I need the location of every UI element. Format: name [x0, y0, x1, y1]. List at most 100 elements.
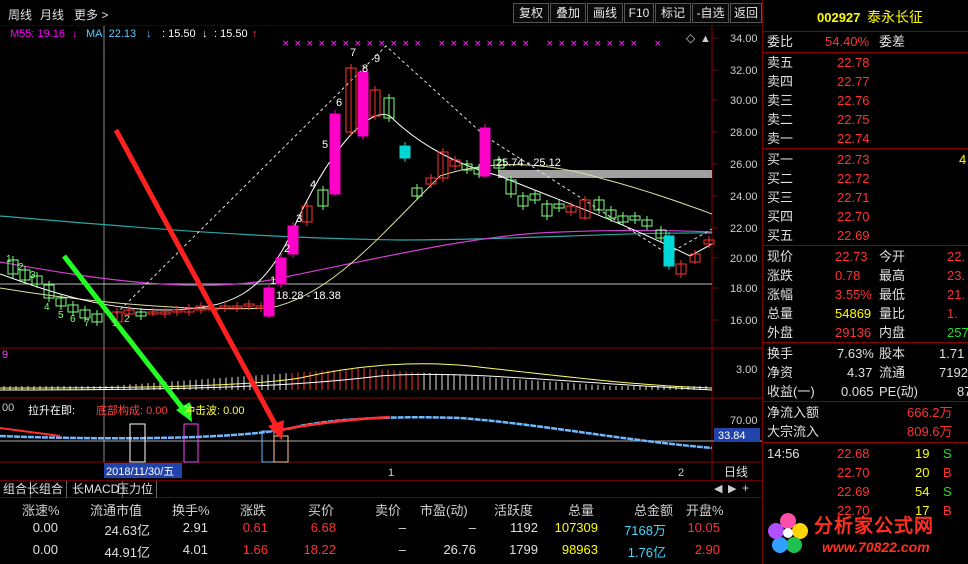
stat-value: 87	[957, 384, 968, 399]
table-header-cell[interactable]: 换手%	[172, 500, 210, 519]
table-header-cell[interactable]: 涨跌	[240, 500, 266, 519]
table-header-cell[interactable]: 市盈(动)	[420, 500, 468, 519]
stat-label: 净资	[767, 365, 794, 380]
table-cell: 6.68	[310, 520, 336, 535]
more-periods-menu[interactable]: 更多 >	[74, 6, 108, 23]
count-label: 4	[310, 179, 316, 191]
candle-body	[479, 127, 491, 177]
order-label: 买四	[767, 209, 794, 224]
add-watchlist-button[interactable]: -自选	[692, 3, 729, 23]
tick-volume: 54	[915, 484, 930, 499]
buy-row: 买五 22.69	[763, 226, 968, 245]
tab-scroll-left-icon[interactable]: ◀	[714, 482, 722, 495]
table-header-cell[interactable]: 开盘%	[686, 500, 724, 519]
ma-arrow-icon: ↓	[146, 28, 152, 40]
quote-label: 最低	[879, 287, 906, 302]
table-row[interactable]: 0.00 44.91亿 4.01 1.66 18.22 – 26.76 1799 98963 1.…	[0, 542, 762, 562]
table-cell: 0.61	[242, 520, 268, 535]
table-row[interactable]: 0.00 24.63亿 2.91 0.61 6.68 – – 1192 107309 7168万 1…	[0, 520, 762, 540]
signal-x-marker: ×	[558, 39, 566, 49]
period-weekly-tab[interactable]: 周线	[8, 6, 32, 23]
count-label: 9	[374, 53, 380, 65]
ma-fast-line	[0, 114, 713, 311]
candles-group	[7, 64, 715, 326]
order-label: 卖二	[767, 112, 794, 127]
tab-add-icon[interactable]: +	[742, 481, 749, 495]
osc-line-red	[274, 415, 391, 433]
order-label: 买五	[767, 228, 794, 243]
signal-x-marker: ×	[582, 39, 590, 49]
count-label: 1	[270, 275, 276, 287]
axis-tick-label: 20.00	[730, 253, 758, 265]
quote-row: 涨跌 0.78 最高 23.	[763, 266, 968, 285]
table-header-cell[interactable]: 流通市值	[90, 500, 142, 519]
back-button[interactable]: 返回	[730, 3, 762, 23]
signal-x-marker: ×	[342, 39, 350, 49]
signal-x-marker: ×	[474, 39, 482, 49]
v2-arrow-icon: ↑	[252, 28, 258, 40]
axis-tick-label: 18.00	[730, 283, 758, 295]
buy-row: 买二 22.72	[763, 169, 968, 188]
top-signal-markers: × × × × × × × × × × × × × × × × × × × × × × × × × × × × ×	[282, 39, 662, 49]
quote-label: 涨幅	[767, 287, 794, 302]
adjust-price-button[interactable]: 复权	[513, 3, 549, 23]
scroll-up-icon[interactable]: ▲	[700, 33, 711, 45]
table-cell: 44.91亿	[104, 545, 150, 560]
buy-row: 买三 22.71	[763, 188, 968, 207]
candle-body	[663, 235, 675, 267]
signal-x-marker: ×	[438, 39, 446, 49]
draw-line-button[interactable]: 画线	[587, 3, 623, 23]
table-header-cell[interactable]: 涨速%	[22, 500, 60, 519]
daily-switch-label[interactable]: 日线	[724, 465, 748, 479]
stat-value: 7.63%	[837, 346, 874, 361]
order-label: 卖一	[767, 131, 794, 146]
stock-name: 泰永长征	[867, 9, 923, 25]
table-header-cell[interactable]: 买价	[308, 500, 334, 519]
f10-button[interactable]: F10	[624, 3, 654, 23]
table-header-cell[interactable]: 卖价	[375, 500, 401, 519]
signal-x-marker: ×	[618, 39, 626, 49]
tick-row: 14:56 22.68 19 S	[763, 444, 968, 463]
stat-row: 换手 7.63% 股本 1.71	[763, 344, 968, 363]
table-cell: 2.91	[182, 520, 208, 535]
swing-dashed-line	[111, 45, 713, 319]
overlay-button[interactable]: 叠加	[550, 3, 586, 23]
ma-short-line	[0, 164, 713, 310]
count-label-low: 6	[70, 314, 76, 325]
sell-row: 卖三 22.76	[763, 91, 968, 110]
tick-side: S	[943, 484, 952, 499]
period-monthly-tab[interactable]: 月线	[40, 6, 64, 23]
stat-value: 7192	[939, 365, 968, 380]
count-label: 6	[336, 97, 342, 109]
sell-row: 卖一 22.74	[763, 129, 968, 148]
diamond-icon[interactable]: ◇	[686, 31, 696, 45]
mark-button[interactable]: 标记	[655, 3, 691, 23]
quote-label: 内盘	[879, 325, 906, 340]
table-cell: –	[398, 542, 406, 557]
candle-body	[275, 257, 287, 285]
signal-x-marker: ×	[570, 39, 578, 49]
quote-label: 外盘	[767, 325, 794, 340]
table-header-cell[interactable]: 总金额	[634, 500, 673, 519]
sub-indicator-label: 9	[2, 349, 9, 361]
flow-label: 净流入额	[767, 405, 820, 420]
table-header-cell[interactable]: 总量	[568, 500, 594, 519]
tab-pressure[interactable]: 压力位	[114, 481, 158, 498]
osc-line	[0, 416, 713, 450]
axis-tick-label: 28.00	[730, 127, 758, 139]
indicator-c: 冲击波: 0.00	[184, 405, 245, 417]
quote-value: 23.	[947, 268, 966, 283]
signal-x-marker: ×	[498, 39, 506, 49]
count-label: 3	[296, 213, 302, 225]
logo-url: www.70822.com	[822, 539, 930, 555]
order-price: 22.73	[837, 152, 870, 167]
signal-x-marker: ×	[294, 39, 302, 49]
signal-x-marker: ×	[318, 39, 326, 49]
count-label: 5	[322, 139, 328, 151]
tab-scroll-right-icon[interactable]: ▶	[728, 482, 736, 495]
tick-price: 22.69	[837, 484, 870, 499]
order-price: 22.71	[837, 190, 870, 205]
stat-label: PE(动)	[879, 384, 919, 399]
table-header-cell[interactable]: 活跃度	[494, 500, 533, 519]
tab-long-combo[interactable]: 长组合	[24, 481, 68, 498]
